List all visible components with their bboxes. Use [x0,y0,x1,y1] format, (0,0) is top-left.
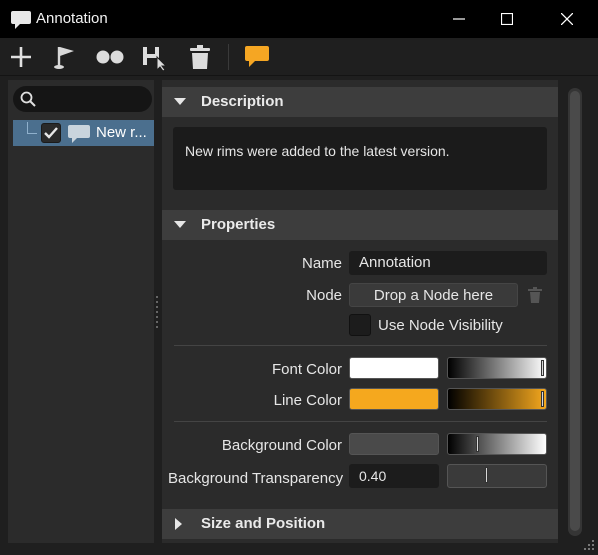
annotation-icon [245,46,269,67]
background-transparency-value: 0.40 [359,468,387,484]
size-position-header-label: Size and Position [201,515,326,532]
flag-icon [54,47,74,69]
maximize-icon [501,13,513,25]
background-color-swatch[interactable] [349,433,439,455]
background-transparency-label: Background Transparency [168,470,344,487]
trash-icon [190,45,210,69]
font-color-gradient-slider[interactable] [447,357,547,379]
description-section-header[interactable]: Description [162,87,558,117]
dots-icon [96,50,124,64]
panel-splitter[interactable] [156,296,159,332]
maximize-button[interactable] [484,0,530,38]
font-color-swatch[interactable] [349,357,439,379]
title-bar: Annotation [0,0,598,38]
annotation-tree-panel: New r... [8,80,154,543]
tree-branch-line [27,122,37,134]
font-color-slider-thumb[interactable] [541,360,544,376]
window-title: Annotation [36,10,108,27]
flag-button[interactable] [50,42,80,72]
background-color-label: Background Color [221,437,342,454]
vertical-scrollbar[interactable] [568,88,582,536]
use-node-visibility-checkbox[interactable] [349,314,371,336]
tree-item-label: New r... [96,124,147,141]
scrollbar-thumb[interactable] [570,91,580,531]
toolbar-separator [228,44,229,70]
background-color-slider-thumb[interactable] [476,436,479,452]
name-field[interactable]: Annotation [349,251,547,275]
minimize-button[interactable] [436,0,482,38]
add-annotation-button[interactable] [6,42,36,72]
expand-arrow-icon [175,518,182,530]
background-transparency-slider[interactable] [447,464,547,488]
add-icon [11,47,31,67]
pick-node-icon [143,47,168,71]
tree-item[interactable]: New r... [13,120,154,146]
minimize-icon [453,18,465,20]
checkmark-icon [44,127,58,139]
search-input[interactable] [13,86,152,112]
tree-item-checkbox[interactable] [41,123,61,143]
collapse-arrow-icon [174,221,186,228]
pick-node-button[interactable] [140,42,170,72]
node-label: Node [306,287,342,304]
annotation-toggle-button[interactable] [242,42,272,72]
divider [174,345,547,346]
use-node-visibility-label: Use Node Visibility [378,317,503,334]
dots-button[interactable] [95,42,125,72]
name-value: Annotation [359,254,431,271]
background-color-gradient-slider[interactable] [447,433,547,455]
resize-grip-icon[interactable] [582,538,596,552]
drop-node-button[interactable]: Drop a Node here [349,283,518,307]
annotation-bubble-icon [68,125,90,143]
close-button[interactable] [544,0,590,38]
line-color-gradient-slider[interactable] [447,388,547,410]
description-text: New rims were added to the latest versio… [185,143,450,159]
description-header-label: Description [201,93,284,110]
annotation-app-icon [11,11,31,29]
properties-header-label: Properties [201,216,276,233]
delete-button[interactable] [185,42,215,72]
background-transparency-slider-thumb[interactable] [485,467,488,483]
properties-section-header[interactable]: Properties [162,210,558,240]
description-textarea[interactable]: New rims were added to the latest versio… [173,127,547,190]
clear-node-icon[interactable] [528,287,542,303]
background-transparency-input[interactable]: 0.40 [349,464,439,488]
line-color-swatch[interactable] [349,388,439,410]
search-icon [20,91,36,107]
divider [174,421,547,422]
collapse-arrow-icon [174,98,186,105]
toolbar [0,38,598,76]
size-position-section-header[interactable]: Size and Position [162,509,558,539]
name-label: Name [301,255,342,272]
drop-node-label: Drop a Node here [373,287,494,304]
line-color-label: Line Color [273,392,342,409]
font-color-label: Font Color [271,361,342,378]
close-icon [561,13,573,25]
line-color-slider-thumb[interactable] [541,391,544,407]
